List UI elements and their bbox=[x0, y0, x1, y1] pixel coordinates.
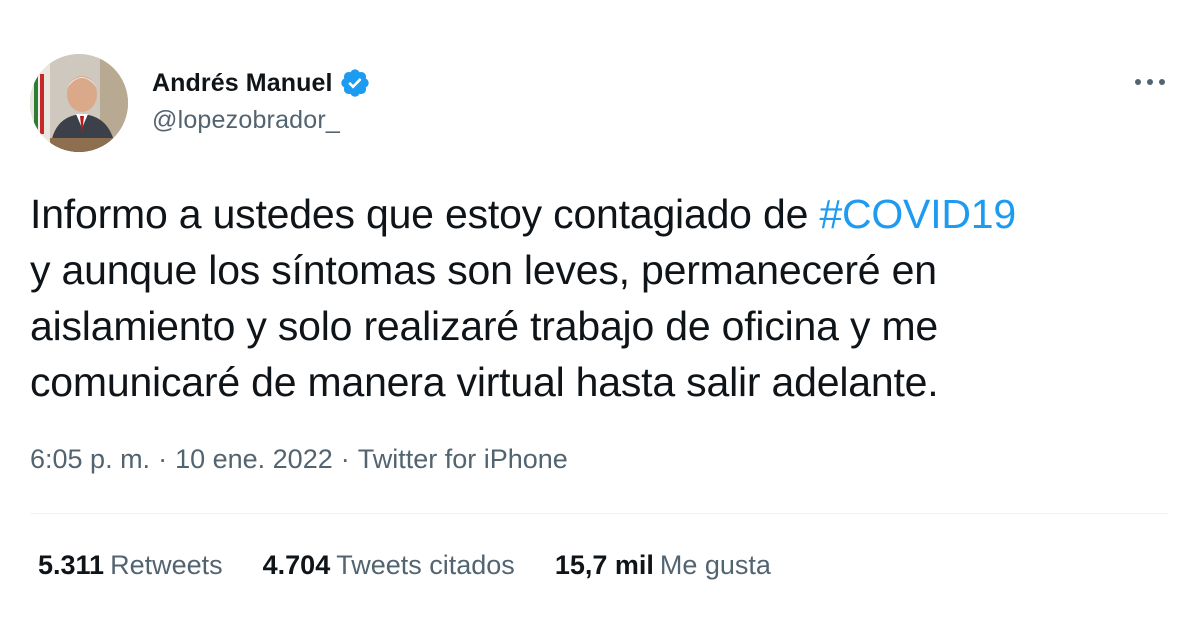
retweets-stat[interactable]: 5.311 Retweets bbox=[38, 550, 223, 581]
likes-label: Me gusta bbox=[659, 550, 771, 580]
tweet-card: Andrés Manuel @lopezobrador_ Informo a u… bbox=[0, 0, 1200, 620]
divider bbox=[30, 513, 1168, 514]
avatar-photo bbox=[30, 54, 128, 152]
retweets-label: Retweets bbox=[110, 550, 223, 580]
likes-count: 15,7 mil bbox=[554, 550, 654, 580]
author-name-row: Andrés Manuel bbox=[152, 66, 371, 100]
quote-tweets-stat[interactable]: 4.704 Tweets citados bbox=[263, 550, 515, 581]
tweet-text-line-2: y aunque los síntomas son leves, permane… bbox=[30, 247, 937, 293]
engagement-stats: 5.311 Retweets 4.704 Tweets citados 15,7… bbox=[38, 550, 811, 581]
likes-stat[interactable]: 15,7 mil Me gusta bbox=[555, 550, 771, 581]
more-options-button[interactable] bbox=[1130, 64, 1170, 100]
tweet-text: Informo a ustedes que estoy contagiado d… bbox=[30, 186, 1170, 410]
tweet-text-segment: Informo a ustedes que estoy contagiado d… bbox=[30, 191, 820, 237]
quote-tweets-label: Tweets citados bbox=[336, 550, 515, 580]
verified-badge-icon bbox=[339, 67, 371, 99]
avatar[interactable] bbox=[30, 54, 128, 152]
tweet-date[interactable]: 10 ene. 2022 bbox=[175, 444, 333, 475]
author-display-name[interactable]: Andrés Manuel bbox=[152, 69, 333, 98]
author-handle[interactable]: @lopezobrador_ bbox=[152, 106, 371, 135]
author-info: Andrés Manuel @lopezobrador_ bbox=[152, 66, 371, 135]
tweet-text-line-3: aislamiento y solo realizaré trabajo de … bbox=[30, 303, 938, 349]
meta-separator: · bbox=[340, 444, 350, 474]
tweet-header: Andrés Manuel @lopezobrador_ bbox=[30, 54, 1170, 154]
tweet-source-link[interactable]: Twitter for iPhone bbox=[358, 444, 568, 475]
meta-separator: · bbox=[158, 444, 168, 474]
retweets-count: 5.311 bbox=[38, 550, 105, 580]
tweet-time[interactable]: 6:05 p. m. bbox=[30, 444, 150, 475]
hashtag-link[interactable]: #COVID19 bbox=[819, 191, 1016, 237]
tweet-text-line-4: comunicaré de manera virtual hasta salir… bbox=[30, 359, 939, 405]
quote-tweets-count: 4.704 bbox=[262, 550, 331, 580]
more-options-icon bbox=[1135, 79, 1165, 85]
tweet-metadata: 6:05 p. m. · 10 ene. 2022 · Twitter for … bbox=[30, 444, 568, 475]
tweet-text-line-1: Informo a ustedes que estoy contagiado d… bbox=[30, 186, 1170, 242]
